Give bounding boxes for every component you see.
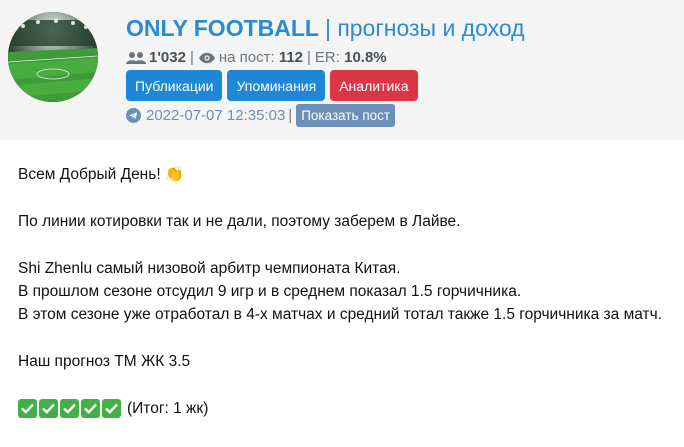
mentions-button[interactable]: Упоминания — [227, 70, 326, 101]
result-row: (Итог: 1 жк) — [18, 397, 662, 420]
post-meta: 2022-07-07 12:35:03 | Показать пост — [126, 104, 396, 127]
check-mark-icon — [18, 399, 37, 418]
stats-divider: | — [189, 49, 194, 66]
post-forecast: Наш прогноз ТМ ЖК 3.5 — [18, 353, 191, 370]
channel-avatar[interactable] — [8, 12, 98, 102]
channel-name[interactable]: ONLY FOOTBALL — [126, 15, 319, 41]
check-mark-icon — [39, 399, 58, 418]
check-mark-icon — [81, 399, 100, 418]
per-post-value: 112 — [278, 49, 304, 66]
post-paragraph: Shi Zhenlu самый низовой арбитр чемпиона… — [18, 260, 401, 277]
stadium-image — [8, 12, 98, 102]
subscriber-count: 1'032 — [149, 49, 186, 66]
channel-header: ONLY FOOTBALL | прогнозы и доход 1'032 |… — [0, 0, 684, 140]
post-paragraph: По линии котировки так и не дали, поэтом… — [18, 213, 461, 230]
post-result: (Итог: 1 жк) — [127, 400, 209, 417]
er-value: 10.8% — [344, 49, 387, 66]
per-post-label: на пост: — [218, 49, 275, 66]
stats-divider: | — [307, 49, 311, 66]
title-divider: | — [324, 15, 331, 41]
meta-divider: | — [288, 107, 293, 124]
post-paragraph: В этом сезоне уже отработал в 4-х матчах… — [18, 306, 663, 323]
telegram-icon — [126, 108, 141, 123]
post-datetime: 2022-07-07 12:35:03 — [146, 107, 286, 124]
channel-title[interactable]: ONLY FOOTBALL | прогнозы и доход — [126, 15, 525, 42]
eye-icon — [198, 52, 216, 64]
er-label: ER: — [314, 49, 340, 66]
post-content: Всем Добрый День! 👏 По линии котировки т… — [18, 163, 662, 420]
post-paragraph: В прошлом сезоне отсудил 9 игр и в средн… — [18, 283, 522, 300]
check-mark-icon — [102, 399, 121, 418]
show-post-button[interactable]: Показать пост — [296, 104, 396, 127]
channel-description[interactable]: прогнозы и доход — [337, 15, 524, 41]
analytics-button[interactable]: Аналитика — [330, 70, 418, 101]
check-mark-icon — [60, 399, 79, 418]
publications-button[interactable]: Публикации — [126, 70, 223, 101]
channel-stats: 1'032 | на пост: 112 | ER: 10.8% — [126, 49, 387, 66]
users-icon — [126, 51, 146, 65]
post-greeting: Всем Добрый День! 👏 — [18, 166, 185, 183]
channel-actions: Публикации Упоминания Аналитика — [126, 70, 418, 101]
